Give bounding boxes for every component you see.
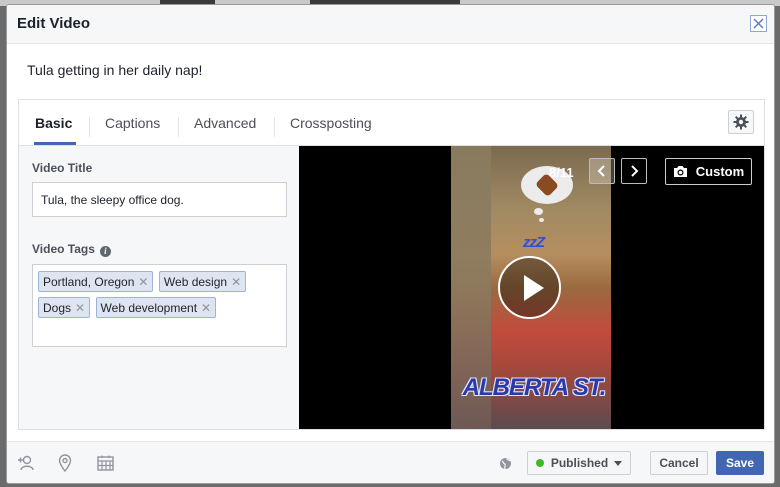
globe-icon[interactable] <box>496 454 514 472</box>
video-details-form: Video Title Video Tags i Portland, Oregon… <box>19 146 299 429</box>
calendar-icon[interactable] <box>96 454 114 472</box>
dialog-footer: Published Cancel Save <box>7 441 774 483</box>
thought-bubble-dot <box>534 208 543 215</box>
close-button[interactable] <box>750 15 767 32</box>
thumbnail-counter: 8/11 <box>549 165 574 180</box>
chevron-left-icon <box>597 165 605 177</box>
info-icon[interactable]: i <box>99 246 111 257</box>
edit-video-dialog: Edit Video Tula getting in her daily nap… <box>6 4 775 484</box>
video-title-label: Video Title <box>32 161 93 175</box>
tag-label: Web design <box>163 274 228 289</box>
save-button[interactable]: Save <box>716 451 764 475</box>
tab-advanced[interactable]: Advanced <box>178 108 272 145</box>
tag-people-icon[interactable] <box>17 454 35 472</box>
custom-thumbnail-label: Custom <box>695 164 745 179</box>
next-thumbnail-button[interactable] <box>621 158 647 184</box>
gear-icon <box>733 114 749 130</box>
video-tags-label-row: Video Tags i <box>32 242 111 257</box>
tag-chip[interactable]: Web development ✕ <box>95 297 217 318</box>
tag-label: Dogs <box>43 300 72 315</box>
video-title-input[interactable] <box>32 182 287 217</box>
cancel-button[interactable]: Cancel <box>650 451 708 475</box>
thought-bubble-dot <box>539 218 544 222</box>
video-overlay-text: ALBERTA ST. <box>462 374 607 401</box>
custom-thumbnail-button[interactable]: Custom <box>665 158 752 185</box>
video-description[interactable]: Tula getting in her daily nap! <box>27 62 202 78</box>
tag-label: Portland, Oregon <box>43 274 135 289</box>
edit-panel: Basic Captions Advanced Crossposting Vid… <box>18 99 765 430</box>
remove-tag-icon[interactable]: ✕ <box>201 301 211 315</box>
dialog-title: Edit Video <box>17 15 91 32</box>
remove-tag-icon[interactable]: ✕ <box>75 301 85 315</box>
video-tags-label: Video Tags <box>32 242 95 256</box>
camera-icon <box>673 166 687 177</box>
video-preview: zzZ ALBERTA ST. 8/11 Custom <box>299 146 764 429</box>
tag-chip[interactable]: Dogs ✕ <box>38 297 91 318</box>
tab-captions[interactable]: Captions <box>89 108 176 145</box>
tab-basic[interactable]: Basic <box>19 108 88 145</box>
previous-thumbnail-button[interactable] <box>589 158 615 184</box>
chevron-down-icon <box>614 460 623 466</box>
publish-status-dropdown[interactable]: Published <box>527 451 631 475</box>
chevron-right-icon <box>631 165 639 177</box>
close-icon <box>753 18 764 29</box>
tab-bar: Basic Captions Advanced Crossposting <box>19 100 764 146</box>
remove-tag-icon[interactable]: ✕ <box>138 275 148 289</box>
published-status-dot <box>535 459 544 467</box>
tab-crossposting[interactable]: Crossposting <box>274 108 388 145</box>
dialog-header: Edit Video <box>7 5 774 44</box>
publish-status-label: Published <box>550 456 609 470</box>
tag-chip[interactable]: Portland, Oregon ✕ <box>38 271 154 292</box>
sleep-zzz-text: zzZ <box>523 234 545 251</box>
play-button[interactable] <box>498 256 561 319</box>
tag-label: Web development <box>100 300 198 315</box>
video-tags-input[interactable]: Portland, Oregon ✕ Web design ✕ Dogs ✕ Web … <box>32 264 287 347</box>
settings-button[interactable] <box>728 110 754 134</box>
remove-tag-icon[interactable]: ✕ <box>231 275 241 289</box>
location-pin-icon[interactable] <box>56 454 74 472</box>
tag-chip[interactable]: Web design ✕ <box>158 271 247 292</box>
